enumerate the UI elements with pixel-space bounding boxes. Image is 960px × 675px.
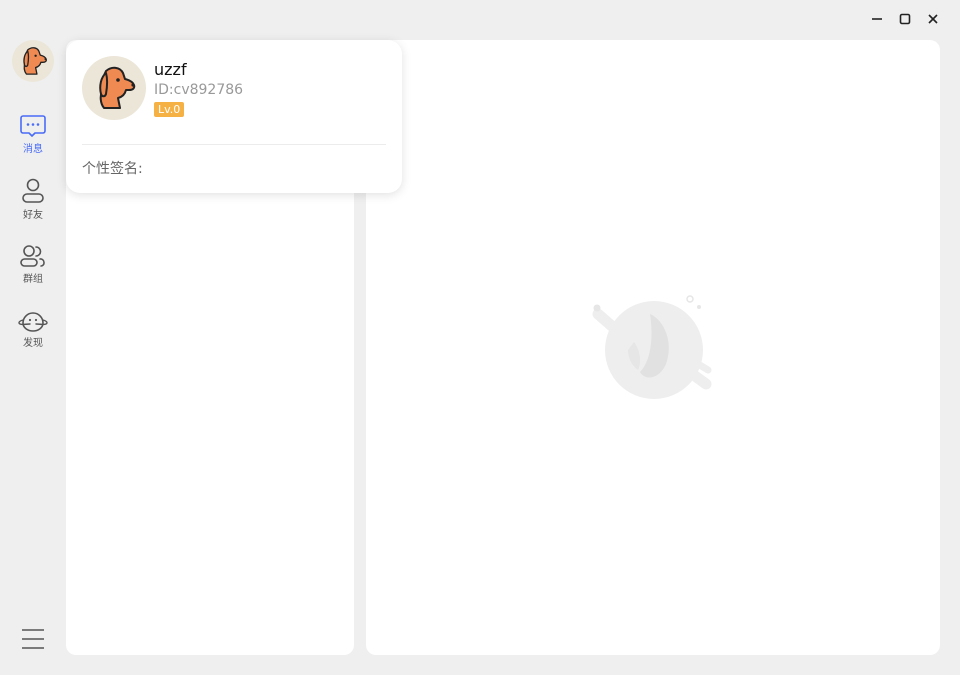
close-icon[interactable]	[924, 10, 942, 28]
group-icon	[20, 245, 45, 267]
dog-avatar-icon[interactable]	[12, 40, 54, 82]
hamburger-menu-icon[interactable]	[21, 628, 45, 650]
user-id: ID:cv892786	[154, 82, 244, 98]
sidebar-item-label: 发现	[23, 338, 43, 349]
sidebar-item-discover[interactable]: 发现	[0, 310, 66, 349]
sidebar-item-label: 消息	[23, 144, 43, 155]
signature-label: 个性签名:	[82, 161, 143, 177]
chat-bubble-icon	[20, 115, 46, 137]
sidebar-item-groups[interactable]: 群组	[0, 244, 66, 285]
person-icon	[22, 178, 44, 203]
level-badge: Lv.0	[154, 102, 185, 117]
sidebar-item-friends[interactable]: 好友	[0, 178, 66, 221]
empty-state-illustration	[592, 295, 712, 399]
planet-icon	[18, 312, 48, 332]
dog-avatar-icon	[82, 56, 146, 120]
minimize-icon[interactable]	[868, 10, 886, 28]
divider	[82, 144, 386, 145]
sidebar-item-label: 好友	[23, 210, 43, 221]
profile-popup: uzzf ID:cv892786 Lv.0 个性签名:	[66, 40, 402, 193]
sidebar-item-label: 群组	[23, 274, 43, 285]
sidebar-item-messages[interactable]: 消息	[0, 114, 66, 155]
maximize-icon[interactable]	[896, 10, 914, 28]
chat-panel	[366, 40, 940, 655]
window-controls	[868, 10, 942, 28]
sidebar: 消息 好友 群组 发现	[0, 0, 66, 675]
username: uzzf	[154, 60, 187, 79]
